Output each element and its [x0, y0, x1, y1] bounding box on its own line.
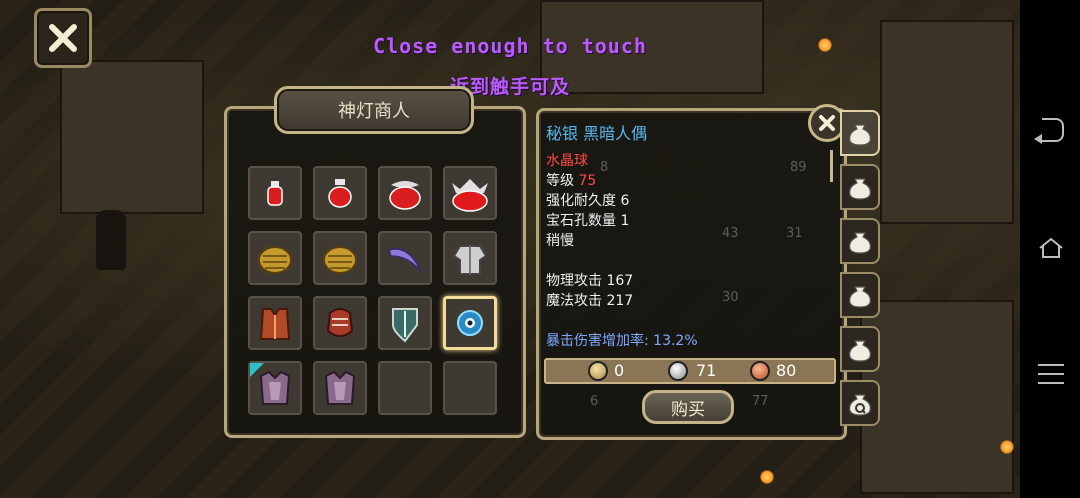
shop-item-slot[interactable] — [248, 166, 302, 220]
shop-item-slot[interactable] — [313, 361, 367, 415]
item-level-row: 等级 75 — [546, 170, 596, 190]
item-phys-attack: 物理攻击 167 — [546, 273, 634, 289]
gold-gauntlet-icon — [323, 246, 357, 274]
silver-armor-icon — [452, 245, 488, 275]
background-count: 6 — [590, 394, 599, 409]
leather-vest-icon — [259, 308, 291, 340]
pink-robe-icon — [324, 370, 356, 405]
shop-item-slot[interactable] — [443, 231, 497, 285]
banner-english: Close enough to touch — [373, 34, 647, 58]
item-level-label: 等级 — [546, 173, 574, 189]
item-type: 水晶球 — [546, 153, 588, 169]
buy-button[interactable]: 购买 — [642, 390, 734, 424]
shop-item-slot[interactable] — [378, 231, 432, 285]
small-hp-potion-icon — [267, 181, 283, 206]
bag-icon — [849, 394, 871, 416]
background-count: 77 — [752, 394, 769, 409]
item-speed: 稍慢 — [546, 233, 574, 249]
detail-scrollbar[interactable] — [830, 150, 833, 182]
huge-hp-potion-icon — [452, 179, 488, 212]
shop-item-grid — [248, 166, 502, 418]
shop-item-slot[interactable] — [443, 296, 497, 350]
bag-icon — [849, 286, 871, 308]
inventory-bag-tab[interactable] — [840, 218, 880, 264]
shop-item-slot[interactable] — [378, 166, 432, 220]
bag-icon — [849, 340, 871, 362]
menu-icon[interactable] — [1038, 364, 1064, 384]
item-magic-attack: 魔法攻击 217 — [546, 293, 634, 309]
silver-coin-icon — [668, 361, 688, 381]
inventory-bag-tab[interactable] — [840, 326, 880, 372]
shop-item-slot[interactable] — [313, 296, 367, 350]
inventory-bag-tab[interactable] — [840, 164, 880, 210]
player-character — [96, 210, 126, 270]
gold-gauntlet-icon — [258, 246, 292, 274]
empty-item-slot[interactable] — [443, 361, 497, 415]
shop-item-slot[interactable] — [443, 166, 497, 220]
silver-price: 71 — [696, 361, 717, 380]
item-gem-slots: 宝石孔数量 1 — [546, 213, 630, 229]
background-count: 89 — [790, 160, 807, 175]
copper-price: 80 — [776, 361, 797, 380]
item-name: 秘银 黑暗人偶 — [546, 124, 648, 143]
bag-icon — [849, 232, 871, 254]
shop-item-slot[interactable] — [313, 166, 367, 220]
copper-coin-icon — [750, 361, 770, 381]
purple-scythe-blade-icon — [388, 248, 422, 273]
item-crit-bonus: 暴击伤害增加率: 13.2% — [546, 333, 698, 349]
shop-item-slot[interactable] — [248, 361, 302, 415]
shop-item-slot[interactable] — [248, 231, 302, 285]
bag-icon — [849, 178, 871, 200]
teal-shield-icon — [392, 308, 418, 343]
background-count: 31 — [786, 226, 803, 241]
gold-price: 0 — [614, 361, 625, 380]
dungeon-wall — [860, 300, 1014, 494]
close-icon — [819, 115, 835, 131]
bag-icon — [849, 124, 871, 146]
crystal-ball-icon — [457, 310, 483, 336]
red-glove-icon — [326, 308, 354, 337]
item-durability: 强化耐久度 6 — [546, 193, 630, 209]
back-icon[interactable] — [1034, 118, 1064, 144]
shop-item-slot[interactable] — [313, 231, 367, 285]
system-navigation-bar — [1020, 0, 1080, 498]
gold-coin-icon — [588, 361, 608, 381]
torch-light-icon — [760, 470, 774, 484]
inventory-bag-tab[interactable] — [840, 110, 880, 156]
banner-chinese: 近到触手可及 — [449, 76, 570, 98]
torch-light-icon — [1000, 440, 1014, 454]
item-level-value: 75 — [578, 173, 597, 189]
inventory-bag-tab[interactable] — [840, 380, 880, 426]
home-icon[interactable] — [1038, 236, 1064, 260]
background-count: 43 — [722, 226, 739, 241]
inventory-bag-tab[interactable] — [840, 272, 880, 318]
shop-title: 神灯商人 — [274, 86, 474, 134]
large-hp-potion-icon — [389, 181, 421, 210]
medium-hp-potion-icon — [328, 179, 352, 208]
shop-item-slot[interactable] — [378, 296, 432, 350]
rarity-corner-badge — [250, 363, 264, 377]
background-count: 8 — [600, 160, 609, 175]
empty-item-slot[interactable] — [378, 361, 432, 415]
shop-item-slot[interactable] — [248, 296, 302, 350]
background-count: 30 — [722, 290, 739, 305]
